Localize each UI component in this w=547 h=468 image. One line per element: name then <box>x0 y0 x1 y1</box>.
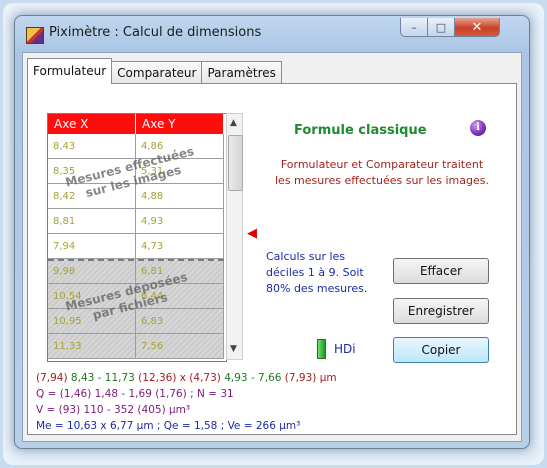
cell-axe-x[interactable]: 11,33 <box>48 334 136 359</box>
description-text: Formulateur et Comparateur traitent les … <box>275 158 489 187</box>
clear-button[interactable]: Effacer <box>393 258 489 284</box>
table-row[interactable]: 8,43 4,86 <box>48 134 226 159</box>
info-icon[interactable]: i <box>470 120 486 136</box>
table-scrollbar[interactable]: ▲ ▼ <box>226 113 243 360</box>
table-row[interactable]: 8,81 4,93 <box>48 209 226 234</box>
formula-title: Formule classique <box>294 123 427 138</box>
tab-formulateur[interactable]: Formulateur <box>27 58 113 84</box>
cell-axe-x[interactable]: 8,43 <box>48 134 136 159</box>
dimension-range-y: 4,93 - 7,66 <box>224 372 282 384</box>
hdi-label: HDi <box>334 342 356 356</box>
table-row[interactable]: 11,33 7,56 <box>48 334 226 359</box>
window-title: Piximètre : Calcul de dimensions <box>49 25 262 40</box>
column-header-axe-y[interactable]: Axe Y <box>136 114 224 134</box>
title-bar[interactable]: Piximètre : Calcul de dimensions – □ ✕ <box>15 16 529 48</box>
dimension-max-x: (12,36) x (4,73) <box>134 372 225 384</box>
cell-axe-x[interactable]: 7,94 <box>48 234 136 259</box>
client-area: Formulateur Comparateur Paramètres Axe X… <box>22 52 522 442</box>
minimize-button[interactable]: – <box>400 18 428 37</box>
results-summary: (7,94) 8,43 - 11,73 (12,36) x (4,73) 4,9… <box>36 370 337 434</box>
dimension-max-y: (7,93) µm <box>281 372 337 384</box>
formulateur-panel: Axe X Axe Y 8,43 4,86 8,35 5,31 8,42 4,8… <box>27 83 517 435</box>
separator-arrow-icon: ◀ <box>247 226 257 241</box>
cell-axe-x[interactable]: 9,98 <box>48 259 136 284</box>
measurements-table[interactable]: Axe X Axe Y 8,43 4,86 8,35 5,31 8,42 4,8… <box>47 113 227 362</box>
results-dimensions-line: (7,94) 8,43 - 11,73 (12,36) x (4,73) 4,9… <box>36 370 337 386</box>
copy-button[interactable]: Copier <box>393 337 489 363</box>
close-button[interactable]: ✕ <box>455 18 500 37</box>
cell-axe-y[interactable]: 6,83 <box>136 309 224 334</box>
tab-parametres[interactable]: Paramètres <box>201 61 282 84</box>
cell-axe-y[interactable]: 7,56 <box>136 334 224 359</box>
table-row[interactable]: 7,94 4,73 <box>48 234 226 259</box>
results-q-line: Q = (1,46) 1,48 - 1,69 (1,76) ; N = 31 <box>36 388 234 400</box>
cell-axe-y[interactable]: 4,88 <box>136 184 224 209</box>
save-button[interactable]: Enregistrer <box>393 298 489 324</box>
image-file-separator <box>48 259 224 261</box>
table-header: Axe X Axe Y <box>48 114 226 134</box>
calculation-note: Calculs sur les déciles 1 à 9. Soit 80% … <box>266 250 368 295</box>
tab-bar: Formulateur Comparateur Paramètres <box>27 58 282 84</box>
scroll-up-icon[interactable]: ▲ <box>230 118 237 128</box>
hdi-indicator-icon <box>317 339 326 359</box>
app-logo-icon <box>26 27 44 44</box>
app-window: Piximètre : Calcul de dimensions – □ ✕ F… <box>14 15 530 449</box>
caption-buttons: – □ ✕ <box>400 18 500 38</box>
cell-axe-y[interactable]: 4,93 <box>136 209 224 234</box>
scroll-thumb[interactable] <box>228 135 243 191</box>
results-v-line: V = (93) 110 - 352 (405) µm³ <box>36 404 191 416</box>
column-header-axe-x[interactable]: Axe X <box>48 114 136 134</box>
cell-axe-x[interactable]: 8,81 <box>48 209 136 234</box>
maximize-button[interactable]: □ <box>428 18 455 37</box>
dimension-min-x: (7,94) <box>36 372 71 384</box>
dimension-range-x: 8,43 - 11,73 <box>70 372 135 384</box>
results-mean-line: Me = 10,63 x 6,77 µm ; Qe = 1,58 ; Ve = … <box>36 420 301 432</box>
table-row[interactable]: 9,98 6,81 <box>48 259 226 284</box>
cell-axe-y[interactable]: 4,73 <box>136 234 224 259</box>
scroll-down-icon[interactable]: ▼ <box>230 344 237 354</box>
tab-comparateur[interactable]: Comparateur <box>111 61 203 84</box>
